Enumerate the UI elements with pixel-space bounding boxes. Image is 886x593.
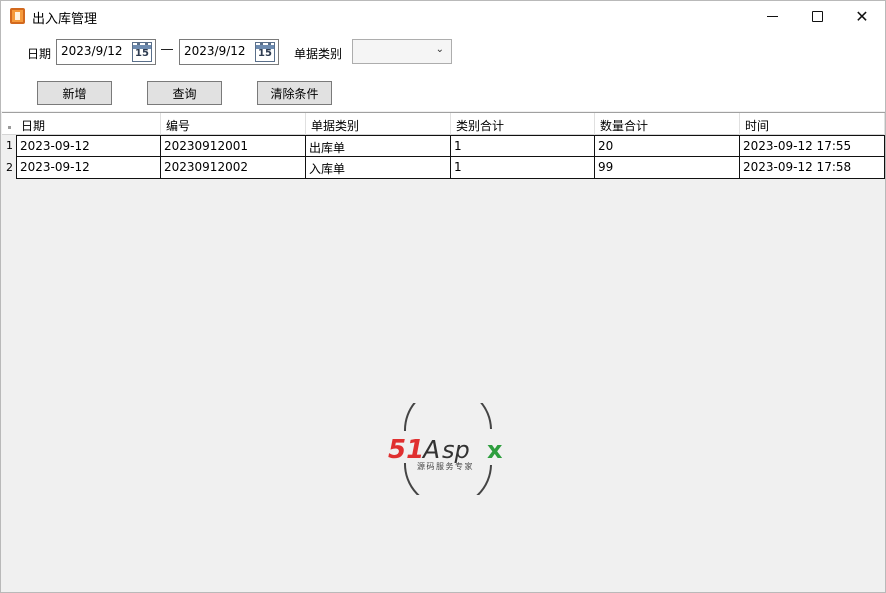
column-header-number[interactable]: 编号 bbox=[161, 113, 306, 135]
column-header-doc-type[interactable]: 单据类别 bbox=[306, 113, 451, 135]
add-button[interactable]: 新增 bbox=[37, 81, 112, 105]
cell-date[interactable]: 2023-09-12 bbox=[16, 135, 161, 157]
grid-header: 日期 编号 单据类别 类别合计 数量合计 时间 bbox=[2, 113, 885, 135]
date-from-picker[interactable]: 2023/9/12 15 bbox=[56, 39, 156, 65]
close-icon: ✕ bbox=[855, 6, 869, 26]
column-header-qty-total[interactable]: 数量合计 bbox=[595, 113, 740, 135]
column-header-type-total[interactable]: 类别合计 bbox=[451, 113, 595, 135]
table-row[interactable]: 1 2023-09-12 20230912001 出库单 1 20 2023-0… bbox=[2, 135, 885, 157]
maximize-button[interactable] bbox=[794, 1, 840, 31]
grid-corner[interactable] bbox=[2, 113, 16, 135]
chevron-down-icon: ⌄ bbox=[435, 44, 444, 55]
row-header[interactable]: 1 bbox=[2, 135, 16, 157]
cell-doc-type[interactable]: 出库单 bbox=[306, 135, 451, 157]
watermark-logo: 51 A sp x 源码服务专家 bbox=[388, 403, 503, 495]
cell-qty-total[interactable]: 20 bbox=[595, 135, 740, 157]
cell-number[interactable]: 20230912001 bbox=[161, 135, 306, 157]
calendar-day: 15 bbox=[258, 48, 272, 59]
calendar-icon[interactable]: 15 bbox=[132, 42, 152, 62]
date-from-value: 2023/9/12 bbox=[61, 44, 123, 58]
cell-doc-type[interactable]: 入库单 bbox=[306, 157, 451, 179]
type-label: 单据类别 bbox=[294, 47, 343, 61]
date-label: 日期 bbox=[27, 47, 52, 61]
cell-time[interactable]: 2023-09-12 17:55 bbox=[740, 135, 885, 157]
column-header-date[interactable]: 日期 bbox=[16, 113, 161, 135]
logo-51: 51 bbox=[388, 435, 424, 465]
maximize-icon bbox=[811, 10, 823, 22]
cell-time[interactable]: 2023-09-12 17:58 bbox=[740, 157, 885, 179]
table-row[interactable]: 2 2023-09-12 20230912002 入库单 1 99 2023-0… bbox=[2, 157, 885, 179]
data-grid[interactable]: 日期 编号 单据类别 类别合计 数量合计 时间 1 2023-09-12 202… bbox=[2, 112, 885, 592]
app-icon bbox=[10, 8, 25, 24]
query-button[interactable]: 查询 bbox=[147, 81, 222, 105]
column-header-time[interactable]: 时间 bbox=[740, 113, 885, 135]
close-button[interactable]: ✕ bbox=[839, 1, 885, 31]
minimize-icon bbox=[766, 15, 778, 17]
filter-panel: 日期 2023/9/12 15 2023/9/12 15 单据类别 ⌄ 新增 查… bbox=[1, 31, 885, 111]
logo-tagline: 源码服务专家 bbox=[417, 461, 474, 471]
logo-a: A bbox=[421, 435, 440, 464]
title-bar: 出入库管理 ✕ bbox=[1, 1, 885, 31]
cell-number[interactable]: 20230912002 bbox=[161, 157, 306, 179]
date-separator bbox=[161, 49, 173, 50]
cell-type-total[interactable]: 1 bbox=[451, 157, 595, 179]
minimize-button[interactable] bbox=[749, 1, 795, 31]
date-to-picker[interactable]: 2023/9/12 15 bbox=[179, 39, 279, 65]
type-select[interactable]: ⌄ bbox=[352, 39, 452, 64]
logo-x: x bbox=[487, 436, 503, 464]
cell-date[interactable]: 2023-09-12 bbox=[16, 157, 161, 179]
calendar-icon[interactable]: 15 bbox=[255, 42, 275, 62]
date-to-value: 2023/9/12 bbox=[184, 44, 246, 58]
cell-type-total[interactable]: 1 bbox=[451, 135, 595, 157]
calendar-day: 15 bbox=[135, 48, 149, 59]
window-title: 出入库管理 bbox=[32, 12, 98, 27]
logo-sp: sp bbox=[442, 436, 470, 464]
main-window: 出入库管理 ✕ 日期 2023/9/12 15 2023/9/12 15 单据类… bbox=[0, 0, 886, 593]
row-header[interactable]: 2 bbox=[2, 157, 16, 179]
clear-button[interactable]: 清除条件 bbox=[257, 81, 332, 105]
cell-qty-total[interactable]: 99 bbox=[595, 157, 740, 179]
